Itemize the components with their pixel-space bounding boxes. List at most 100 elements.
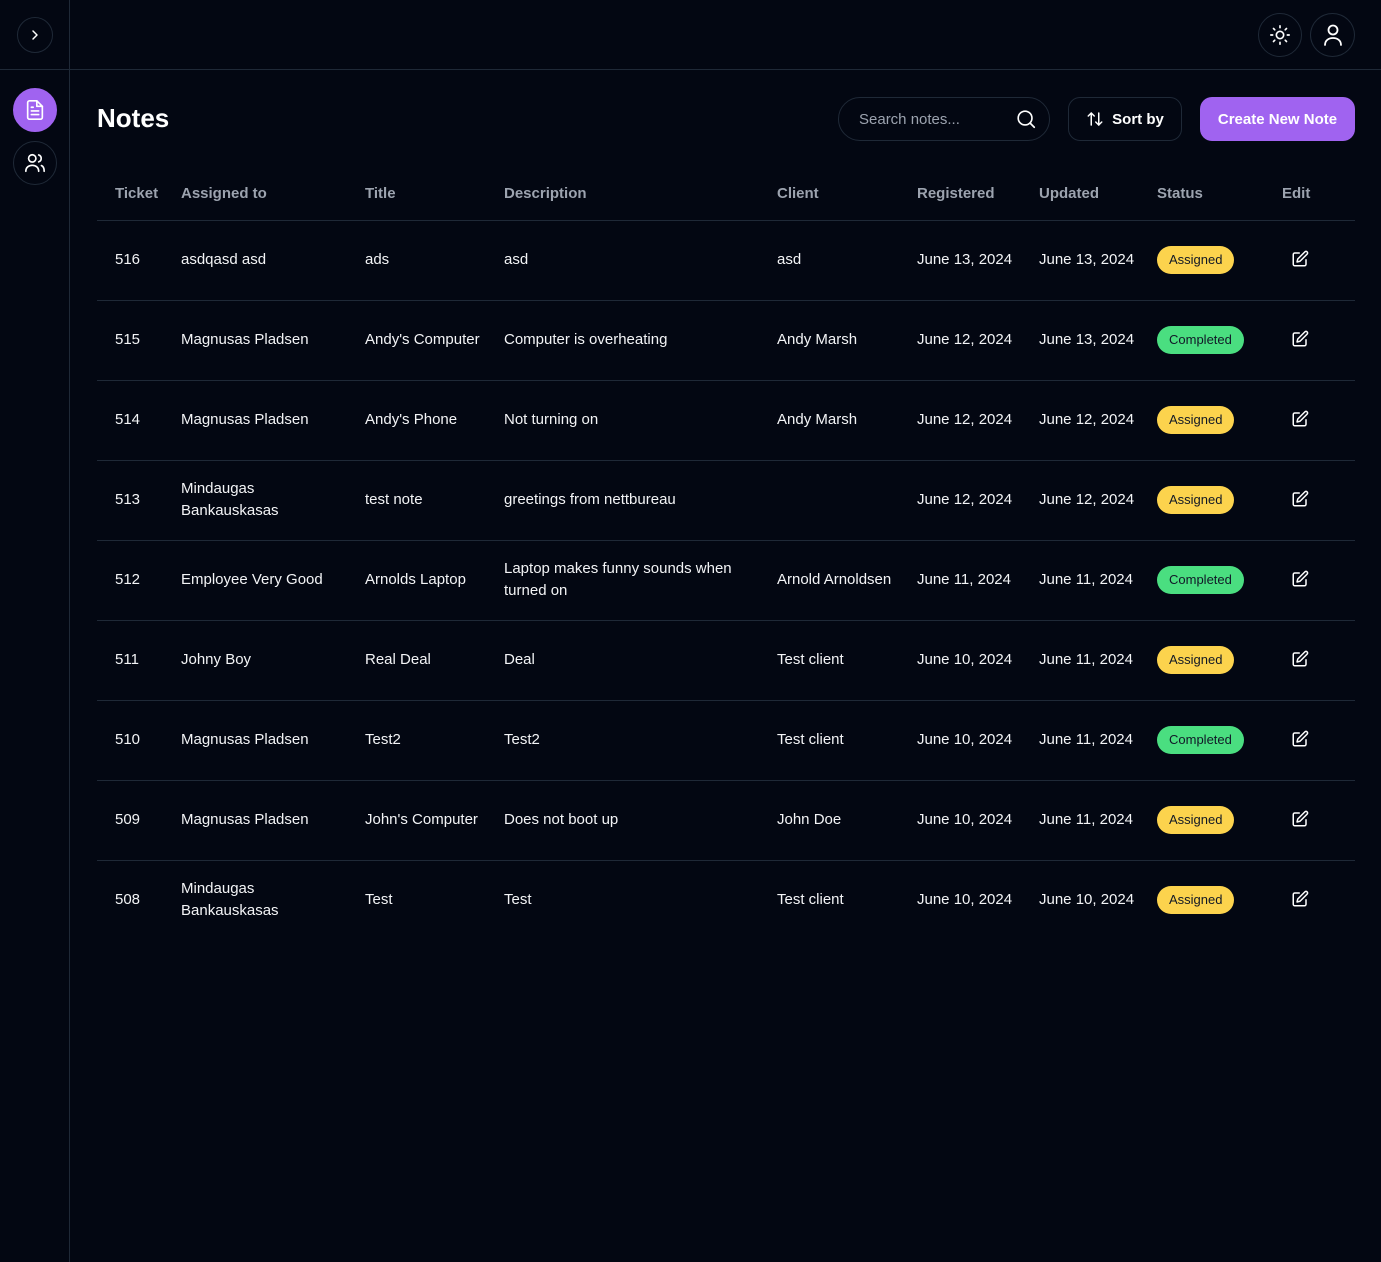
cell-edit bbox=[1274, 300, 1355, 381]
edit-icon bbox=[1292, 250, 1309, 267]
cell-assigned-to: Magnusas Pladsen bbox=[173, 700, 357, 781]
cell-status: Assigned bbox=[1149, 620, 1274, 701]
cell-ticket: 511 bbox=[97, 620, 173, 701]
cell-assigned-to: Magnusas Pladsen bbox=[173, 780, 357, 861]
cell-edit bbox=[1274, 540, 1355, 621]
cell-registered: June 12, 2024 bbox=[909, 380, 1031, 461]
cell-status: Assigned bbox=[1149, 380, 1274, 461]
cell-ticket: 515 bbox=[97, 300, 173, 381]
table-row[interactable]: 509 Magnusas Pladsen John's Computer Does n… bbox=[97, 780, 1355, 861]
cell-assigned-to: Mindaugas Bankauskasas bbox=[173, 460, 357, 541]
column-header-status[interactable]: Status bbox=[1149, 168, 1274, 221]
table-row[interactable]: 508 Mindaugas Bankauskasas Test Test Test cl… bbox=[97, 860, 1355, 940]
notes-table: Ticket Assigned to Title Description Cli… bbox=[97, 168, 1355, 940]
column-header-edit: Edit bbox=[1274, 168, 1355, 221]
table-row[interactable]: 511 Johny Boy Real Deal Deal Test client June… bbox=[97, 620, 1355, 701]
cell-title: Test2 bbox=[357, 700, 496, 781]
sort-by-button[interactable]: Sort by bbox=[1068, 97, 1182, 141]
expand-sidebar-button[interactable] bbox=[17, 17, 53, 53]
user-menu-button[interactable] bbox=[1310, 13, 1355, 57]
cell-title: Arnolds Laptop bbox=[357, 540, 496, 621]
cell-edit bbox=[1274, 380, 1355, 461]
edit-note-button[interactable] bbox=[1286, 805, 1314, 833]
cell-description: Test2 bbox=[496, 700, 769, 781]
column-header-client[interactable]: Client bbox=[769, 168, 909, 221]
status-badge: Assigned bbox=[1157, 406, 1235, 434]
table-row[interactable]: 510 Magnusas Pladsen Test2 Test2 Test client… bbox=[97, 700, 1355, 781]
sidebar-item-users[interactable] bbox=[13, 141, 57, 185]
cell-updated: June 13, 2024 bbox=[1031, 220, 1149, 301]
cell-updated: June 12, 2024 bbox=[1031, 380, 1149, 461]
cell-description: Deal bbox=[496, 620, 769, 701]
column-header-ticket[interactable]: Ticket bbox=[97, 168, 173, 221]
status-badge: Assigned bbox=[1157, 806, 1235, 834]
create-new-note-button[interactable]: Create New Note bbox=[1200, 97, 1355, 141]
cell-ticket: 508 bbox=[115, 891, 141, 909]
cell-status: Completed bbox=[1149, 700, 1274, 781]
search-input[interactable] bbox=[857, 109, 1015, 129]
cell-registered: June 10, 2024 bbox=[917, 891, 1013, 909]
cell-edit bbox=[1274, 460, 1355, 541]
search-box bbox=[838, 97, 1050, 141]
cell-registered: June 13, 2024 bbox=[909, 220, 1031, 301]
status-badge: Assigned bbox=[1157, 886, 1235, 915]
cell-ticket: 509 bbox=[97, 780, 173, 861]
cell-title: test note bbox=[357, 460, 496, 541]
cell-edit bbox=[1274, 860, 1355, 940]
cell-edit bbox=[1274, 620, 1355, 701]
column-header-updated[interactable]: Updated bbox=[1031, 168, 1149, 221]
cell-title: Real Deal bbox=[357, 620, 496, 701]
edit-note-button[interactable] bbox=[1286, 325, 1314, 353]
edit-note-button[interactable] bbox=[1286, 645, 1314, 673]
status-badge: Completed bbox=[1157, 726, 1244, 754]
cell-client: Test client bbox=[769, 700, 909, 781]
cell-assigned-to: Magnusas Pladsen bbox=[173, 380, 357, 461]
user-icon bbox=[1323, 24, 1342, 46]
cell-status: Completed bbox=[1149, 540, 1274, 621]
table-row[interactable]: 514 Magnusas Pladsen Andy's Phone Not turni… bbox=[97, 380, 1355, 461]
table-row[interactable]: 513 Mindaugas Bankauskasas test note greeti… bbox=[97, 460, 1355, 541]
cell-title: Test bbox=[365, 891, 393, 909]
column-header-description[interactable]: Description bbox=[496, 168, 769, 221]
table-row[interactable]: 512 Employee Very Good Arnolds Laptop Lapto… bbox=[97, 540, 1355, 621]
edit-note-button[interactable] bbox=[1286, 725, 1314, 753]
cell-updated: June 11, 2024 bbox=[1031, 780, 1149, 861]
status-badge: Assigned bbox=[1157, 246, 1235, 274]
edit-note-button[interactable] bbox=[1286, 245, 1314, 273]
edit-note-button[interactable] bbox=[1286, 485, 1314, 513]
cell-status: Assigned bbox=[1149, 220, 1274, 301]
edit-icon bbox=[1292, 890, 1309, 907]
sun-icon bbox=[1270, 25, 1290, 45]
edit-icon bbox=[1292, 570, 1309, 587]
table-header-row: Ticket Assigned to Title Description Cli… bbox=[97, 168, 1355, 221]
table-row[interactable]: 516 asdqasd asd ads asd asd June 13, 2024 June… bbox=[97, 220, 1355, 301]
cell-edit bbox=[1274, 700, 1355, 781]
sidebar-item-notes[interactable] bbox=[13, 88, 57, 132]
status-badge: Assigned bbox=[1157, 646, 1235, 674]
cell-assigned-to: Mindaugas Bankauskasas bbox=[181, 880, 279, 920]
theme-toggle-button[interactable] bbox=[1258, 13, 1302, 57]
sort-by-label: Sort by bbox=[1112, 110, 1164, 128]
search-icon[interactable] bbox=[1015, 108, 1037, 130]
cell-registered: June 11, 2024 bbox=[909, 540, 1031, 621]
cell-client: Test client bbox=[777, 891, 844, 909]
column-header-registered[interactable]: Registered bbox=[909, 168, 1031, 221]
column-header-assigned-to[interactable]: Assigned to bbox=[173, 168, 357, 221]
cell-ticket: 512 bbox=[97, 540, 173, 621]
cell-status: Assigned bbox=[1149, 780, 1274, 861]
status-badge: Completed bbox=[1157, 566, 1244, 594]
cell-ticket: 514 bbox=[97, 380, 173, 461]
edit-note-button[interactable] bbox=[1286, 885, 1314, 913]
cell-updated: June 10, 2024 bbox=[1039, 891, 1135, 909]
cell-client: Test client bbox=[769, 620, 909, 701]
table-row[interactable]: 515 Magnusas Pladsen Andy's Computer Comput… bbox=[97, 300, 1355, 381]
cell-edit bbox=[1274, 220, 1355, 301]
cell-client bbox=[769, 460, 909, 541]
column-header-title[interactable]: Title bbox=[357, 168, 496, 221]
cell-client: Andy Marsh bbox=[769, 300, 909, 381]
table-body: 516 asdqasd asd ads asd asd June 13, 2024 June… bbox=[97, 220, 1355, 940]
cell-updated: June 13, 2024 bbox=[1031, 300, 1149, 381]
edit-note-button[interactable] bbox=[1286, 565, 1314, 593]
cell-description: Not turning on bbox=[496, 380, 769, 461]
edit-note-button[interactable] bbox=[1286, 405, 1314, 433]
